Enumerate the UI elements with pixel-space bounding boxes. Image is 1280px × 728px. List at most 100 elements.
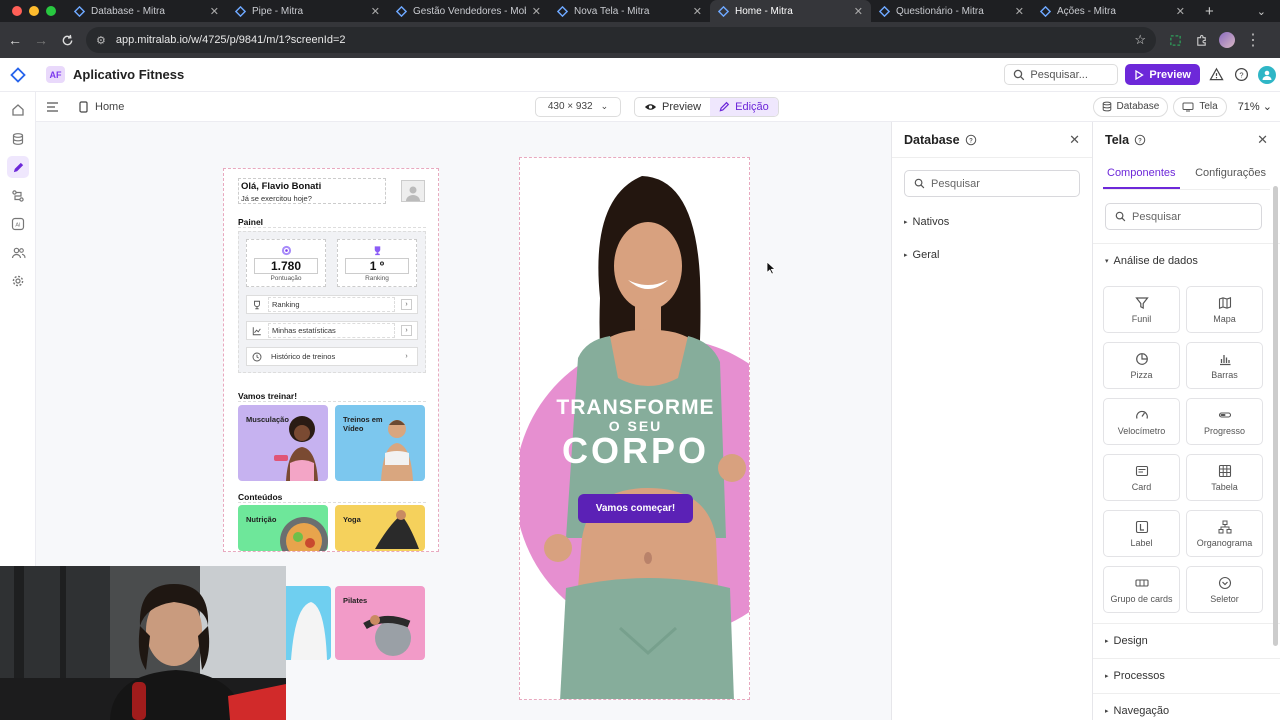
component-mapa[interactable]: Mapa bbox=[1186, 286, 1263, 333]
browser-tab[interactable]: Gestão Vendedores - Mobi ✕ bbox=[388, 0, 549, 22]
help-icon[interactable]: ? bbox=[1233, 66, 1250, 83]
component-label[interactable]: Label bbox=[1103, 510, 1180, 557]
browser-tab[interactable]: Pipe - Mitra ✕ bbox=[227, 0, 388, 22]
musculacao-card[interactable]: Musculação bbox=[238, 405, 328, 481]
database-search-input[interactable]: Pesquisar bbox=[904, 170, 1080, 197]
component-velocimetro[interactable]: Velocímetro bbox=[1103, 398, 1180, 445]
section-navigation-header[interactable]: ▸ Navegação bbox=[1093, 693, 1280, 728]
tab-close-icon[interactable]: ✕ bbox=[1176, 5, 1185, 18]
database-chip-label: Database bbox=[1116, 101, 1160, 112]
greeting-block[interactable]: Olá, Flavio Bonati Já se exercitou hoje? bbox=[238, 178, 386, 204]
url-field[interactable]: ⚙ app.mitralab.io/w/4725/p/9841/m/1?scre… bbox=[86, 27, 1156, 53]
mitra-favicon-icon bbox=[74, 5, 85, 17]
preview-button[interactable]: Preview bbox=[1125, 64, 1200, 85]
welcome-screen-frame[interactable]: TRANSFORME O SEU CORPO Vamos começar! bbox=[519, 157, 750, 700]
collapse-menu-icon[interactable] bbox=[46, 101, 59, 113]
yoga-card[interactable]: Yoga bbox=[335, 505, 425, 551]
mode-edit-button[interactable]: Edição bbox=[710, 97, 778, 116]
close-window-button[interactable] bbox=[12, 6, 22, 16]
browser-tab[interactable]: Database - Mitra ✕ bbox=[66, 0, 227, 22]
user-avatar[interactable] bbox=[1258, 65, 1276, 84]
points-stat-card[interactable]: 1.780 Pontuação bbox=[246, 239, 326, 287]
component-grupo-de-cards[interactable]: Grupo de cards bbox=[1103, 566, 1180, 613]
browser-tab[interactable]: Nova Tela - Mitra ✕ bbox=[549, 0, 710, 22]
home-icon[interactable] bbox=[0, 96, 36, 125]
tab-close-icon[interactable]: ✕ bbox=[210, 5, 219, 18]
browser-menu-icon[interactable]: ⋮ bbox=[1240, 27, 1266, 53]
screens-editor-icon[interactable] bbox=[0, 153, 36, 182]
section-processes-header[interactable]: ▸ Processos bbox=[1093, 658, 1280, 693]
section-design-header[interactable]: ▸ Design bbox=[1093, 623, 1280, 658]
tela-panel-toggle[interactable]: Tela bbox=[1173, 96, 1227, 117]
reload-icon[interactable] bbox=[54, 27, 80, 53]
new-tab-icon[interactable]: + bbox=[1193, 3, 1214, 20]
component-card[interactable]: Card bbox=[1103, 454, 1180, 501]
minimize-window-button[interactable] bbox=[29, 6, 39, 16]
database-panel-toggle[interactable]: Database bbox=[1092, 96, 1169, 117]
header-search-input[interactable]: Pesquisar... bbox=[1004, 64, 1119, 85]
component-progresso[interactable]: Progresso bbox=[1186, 398, 1263, 445]
settings-gear-icon[interactable] bbox=[0, 267, 36, 296]
browser-tab-active[interactable]: Home - Mitra ✕ bbox=[710, 0, 871, 22]
component-tabela[interactable]: Tabela bbox=[1186, 454, 1263, 501]
database-icon[interactable] bbox=[0, 125, 36, 154]
components-search-input[interactable]: Pesquisar bbox=[1105, 203, 1262, 230]
ai-icon[interactable]: AI bbox=[0, 210, 36, 239]
tree-item-nativos[interactable]: ▸ Nativos bbox=[892, 209, 1092, 235]
extension-icon[interactable] bbox=[1162, 27, 1188, 53]
hero-title[interactable]: TRANSFORME O SEU CORPO bbox=[520, 396, 749, 472]
component-seletor[interactable]: Seletor bbox=[1186, 566, 1263, 613]
tab-close-icon[interactable]: ✕ bbox=[532, 5, 541, 18]
video-workouts-card[interactable]: Treinos em Vídeo bbox=[335, 405, 425, 481]
help-icon[interactable]: ? bbox=[965, 134, 977, 146]
bookmark-star-icon[interactable]: ☆ bbox=[1134, 32, 1146, 48]
profile-avatar-placeholder[interactable] bbox=[401, 180, 425, 202]
home-screen-frame[interactable]: Olá, Flavio Bonati Já se exercitou hoje?… bbox=[223, 168, 439, 552]
device-size-dropdown[interactable]: 430 × 932 ⌄ bbox=[535, 96, 621, 117]
browser-tab[interactable]: Ações - Mitra ✕ bbox=[1032, 0, 1193, 22]
tab-close-icon[interactable]: ✕ bbox=[371, 5, 380, 18]
tab-title: Database - Mitra bbox=[91, 5, 165, 17]
panel-scrollbar[interactable] bbox=[1273, 186, 1278, 646]
component-funil[interactable]: Funil bbox=[1103, 286, 1180, 333]
component-barras[interactable]: Barras bbox=[1186, 342, 1263, 389]
section-analysis-header[interactable]: ▾ Análise de dados bbox=[1093, 243, 1280, 278]
history-menu-row[interactable]: Histórico de treinos › bbox=[246, 347, 418, 366]
browser-tab[interactable]: Questionário - Mitra ✕ bbox=[871, 0, 1032, 22]
section-design-label: Design bbox=[1113, 635, 1148, 647]
pilates-card[interactable]: Pilates bbox=[335, 586, 425, 660]
users-icon[interactable] bbox=[0, 239, 36, 268]
close-icon[interactable]: ✕ bbox=[1257, 132, 1268, 148]
tab-close-icon[interactable]: ✕ bbox=[693, 5, 702, 18]
maximize-window-button[interactable] bbox=[46, 6, 56, 16]
nutrition-card[interactable]: Nutrição bbox=[238, 505, 328, 551]
tree-item-geral[interactable]: ▸ Geral bbox=[892, 242, 1092, 268]
puzzle-extensions-icon[interactable] bbox=[1188, 27, 1214, 53]
mode-preview-button[interactable]: Preview bbox=[635, 98, 710, 116]
mitra-logo-icon[interactable] bbox=[0, 66, 36, 83]
close-icon[interactable]: ✕ bbox=[1069, 132, 1080, 148]
profile-avatar[interactable] bbox=[1214, 27, 1240, 53]
tab-list-chevron-icon[interactable]: ⌄ bbox=[1257, 5, 1280, 18]
tab-close-icon[interactable]: ✕ bbox=[1015, 5, 1024, 18]
site-settings-icon[interactable]: ⚙ bbox=[96, 34, 106, 47]
svg-text:?: ? bbox=[969, 138, 973, 144]
painel-container[interactable]: 1.780 Pontuação 1 º Ranking Ranking › Mi… bbox=[238, 231, 426, 373]
forward-arrow-icon[interactable]: → bbox=[28, 27, 54, 53]
start-button[interactable]: Vamos começar! bbox=[578, 494, 693, 523]
tab-components[interactable]: Componentes bbox=[1103, 162, 1180, 189]
warning-icon[interactable] bbox=[1208, 66, 1225, 83]
current-page-selector[interactable]: Home bbox=[79, 101, 124, 113]
ranking-menu-row[interactable]: Ranking › bbox=[246, 295, 418, 314]
component-pizza[interactable]: Pizza bbox=[1103, 342, 1180, 389]
content-card[interactable] bbox=[285, 586, 331, 660]
tab-settings[interactable]: Configurações bbox=[1191, 162, 1270, 189]
zoom-level[interactable]: 71% ⌄ bbox=[1238, 100, 1272, 113]
tab-close-icon[interactable]: ✕ bbox=[854, 5, 863, 18]
help-icon[interactable]: ? bbox=[1134, 134, 1146, 146]
ranking-stat-card[interactable]: 1 º Ranking bbox=[337, 239, 417, 287]
back-arrow-icon[interactable]: ← bbox=[2, 27, 28, 53]
component-organograma[interactable]: Organograma bbox=[1186, 510, 1263, 557]
statistics-menu-row[interactable]: Minhas estatísticas › bbox=[246, 321, 418, 340]
flow-icon[interactable] bbox=[0, 182, 36, 211]
